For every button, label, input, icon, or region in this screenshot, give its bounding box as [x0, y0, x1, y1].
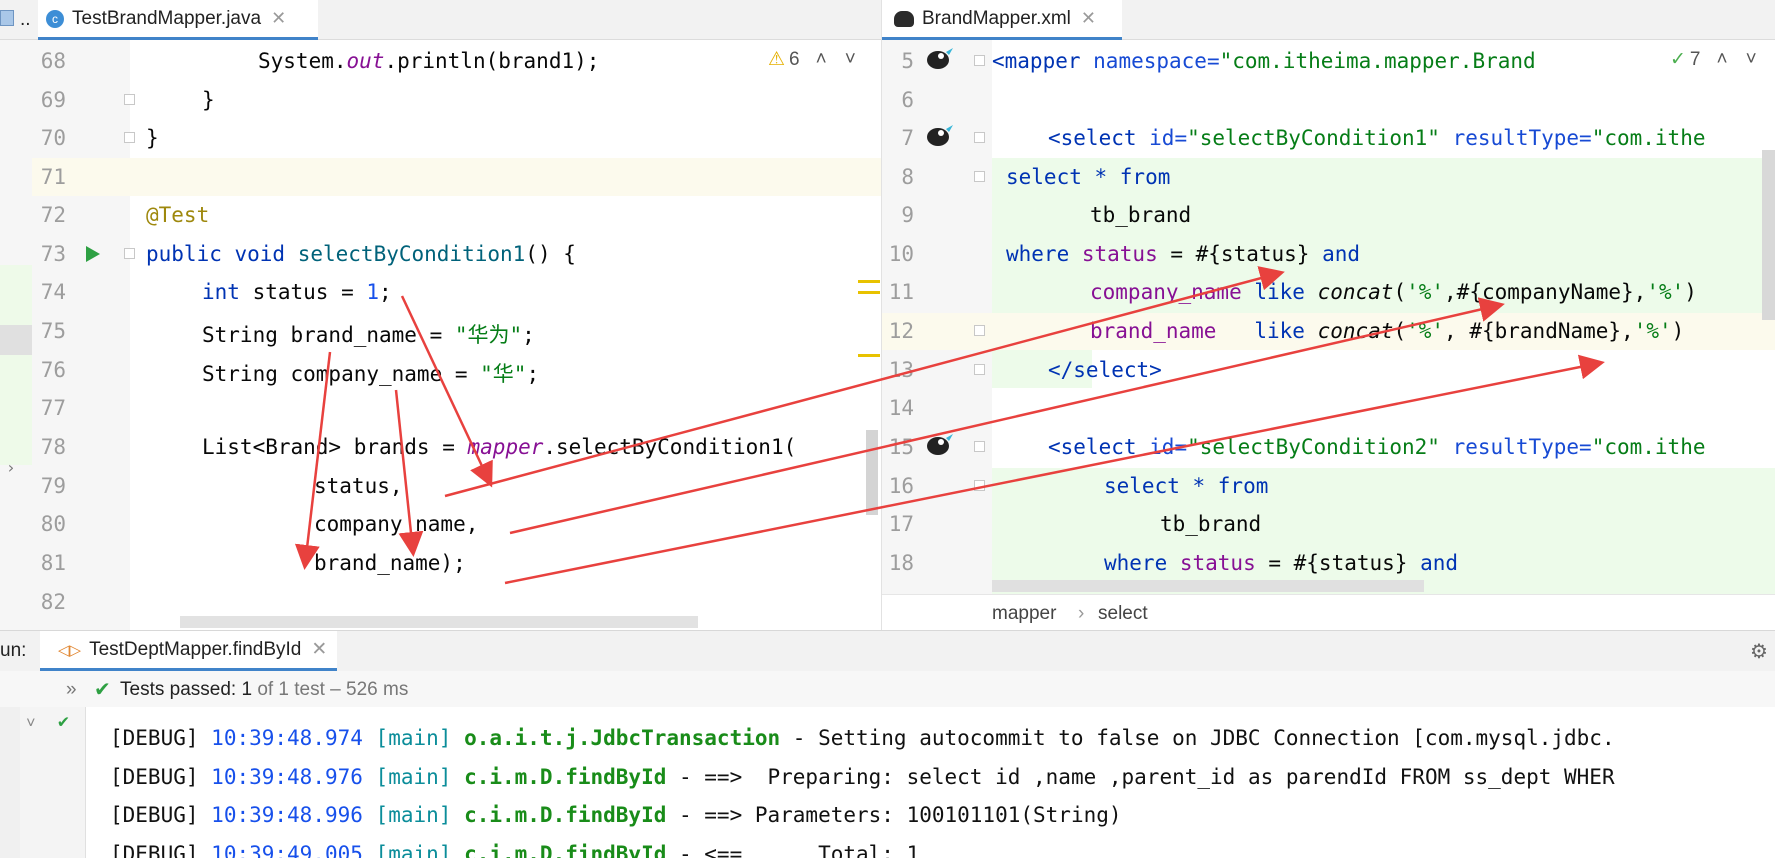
log-msg: - Setting autocommit to false on JDBC Co…	[780, 726, 1615, 750]
expand-icon[interactable]: »	[66, 679, 77, 701]
log-level: [DEBUG]	[110, 765, 199, 789]
log-level: [DEBUG]	[110, 726, 199, 750]
annotation-arrow	[509, 297, 1505, 535]
log-time: 10:39:48.996	[211, 803, 363, 827]
tab-run-config[interactable]: ◁▷ TestDeptMapper.findById ✕	[40, 631, 338, 671]
log-time: 10:39:48.976	[211, 765, 363, 789]
log-cls: o.a.i.t.j.JdbcTransaction	[464, 726, 781, 750]
log-cls: c.i.m.D.findById	[464, 765, 667, 789]
run-label: un:	[0, 640, 27, 661]
log-line: [DEBUG] 10:39:48.974 [main] o.a.i.t.j.Jd…	[110, 726, 1615, 750]
tests-passed-label: Tests passed: 1 of 1 test – 526 ms	[120, 679, 409, 700]
log-time: 10:39:49.005	[211, 842, 363, 858]
run-side-toolbar	[0, 707, 20, 858]
log-msg: - ==> Parameters: 100101101(String)	[666, 803, 1122, 827]
test-status-bar: » ✔ Tests passed: 1 of 1 test – 526 ms	[0, 671, 1775, 707]
check-icon: ✔	[58, 711, 69, 732]
log-level: [DEBUG]	[110, 803, 199, 827]
log-thread: [main]	[375, 765, 452, 789]
run-tabbar: un: ◁▷ TestDeptMapper.findById ✕ ⚙	[0, 631, 1775, 671]
log-line: [DEBUG] 10:39:48.996 [main] c.i.m.D.find…	[110, 803, 1122, 827]
run-tool-window: un: ◁▷ TestDeptMapper.findById ✕ ⚙ » ✔ T…	[0, 630, 1775, 858]
log-msg: - ==> Preparing: select id ,name ,parent…	[666, 765, 1615, 789]
annotation-arrow	[294, 351, 332, 570]
log-cls: c.i.m.D.findById	[464, 842, 667, 858]
test-config-icon: ◁▷	[58, 641, 82, 659]
test-tree: ˅ ✔	[20, 707, 86, 858]
log-thread: [main]	[375, 803, 452, 827]
log-line: [DEBUG] 10:39:49.005 [main] c.i.m.D.find…	[110, 842, 919, 858]
log-line: [DEBUG] 10:39:48.976 [main] c.i.m.D.find…	[110, 765, 1615, 789]
log-msg: - <== Total: 1	[666, 842, 920, 858]
annotation-arrow	[400, 295, 493, 488]
log-time: 10:39:48.974	[211, 726, 363, 750]
annotation-arrow	[504, 354, 1605, 585]
tab-label: TestDeptMapper.findById	[89, 638, 302, 660]
check-icon: ✔	[94, 679, 111, 701]
log-level: [DEBUG]	[110, 842, 199, 858]
log-thread: [main]	[375, 842, 452, 858]
close-icon[interactable]: ✕	[311, 638, 327, 661]
gear-icon[interactable]: ⚙	[1750, 639, 1768, 664]
annotation-arrows	[294, 266, 1605, 585]
chevron-down-icon[interactable]: ˅	[26, 713, 36, 733]
annotation-arrow	[394, 389, 424, 557]
log-thread: [main]	[375, 726, 452, 750]
log-cls: c.i.m.D.findById	[464, 803, 667, 827]
